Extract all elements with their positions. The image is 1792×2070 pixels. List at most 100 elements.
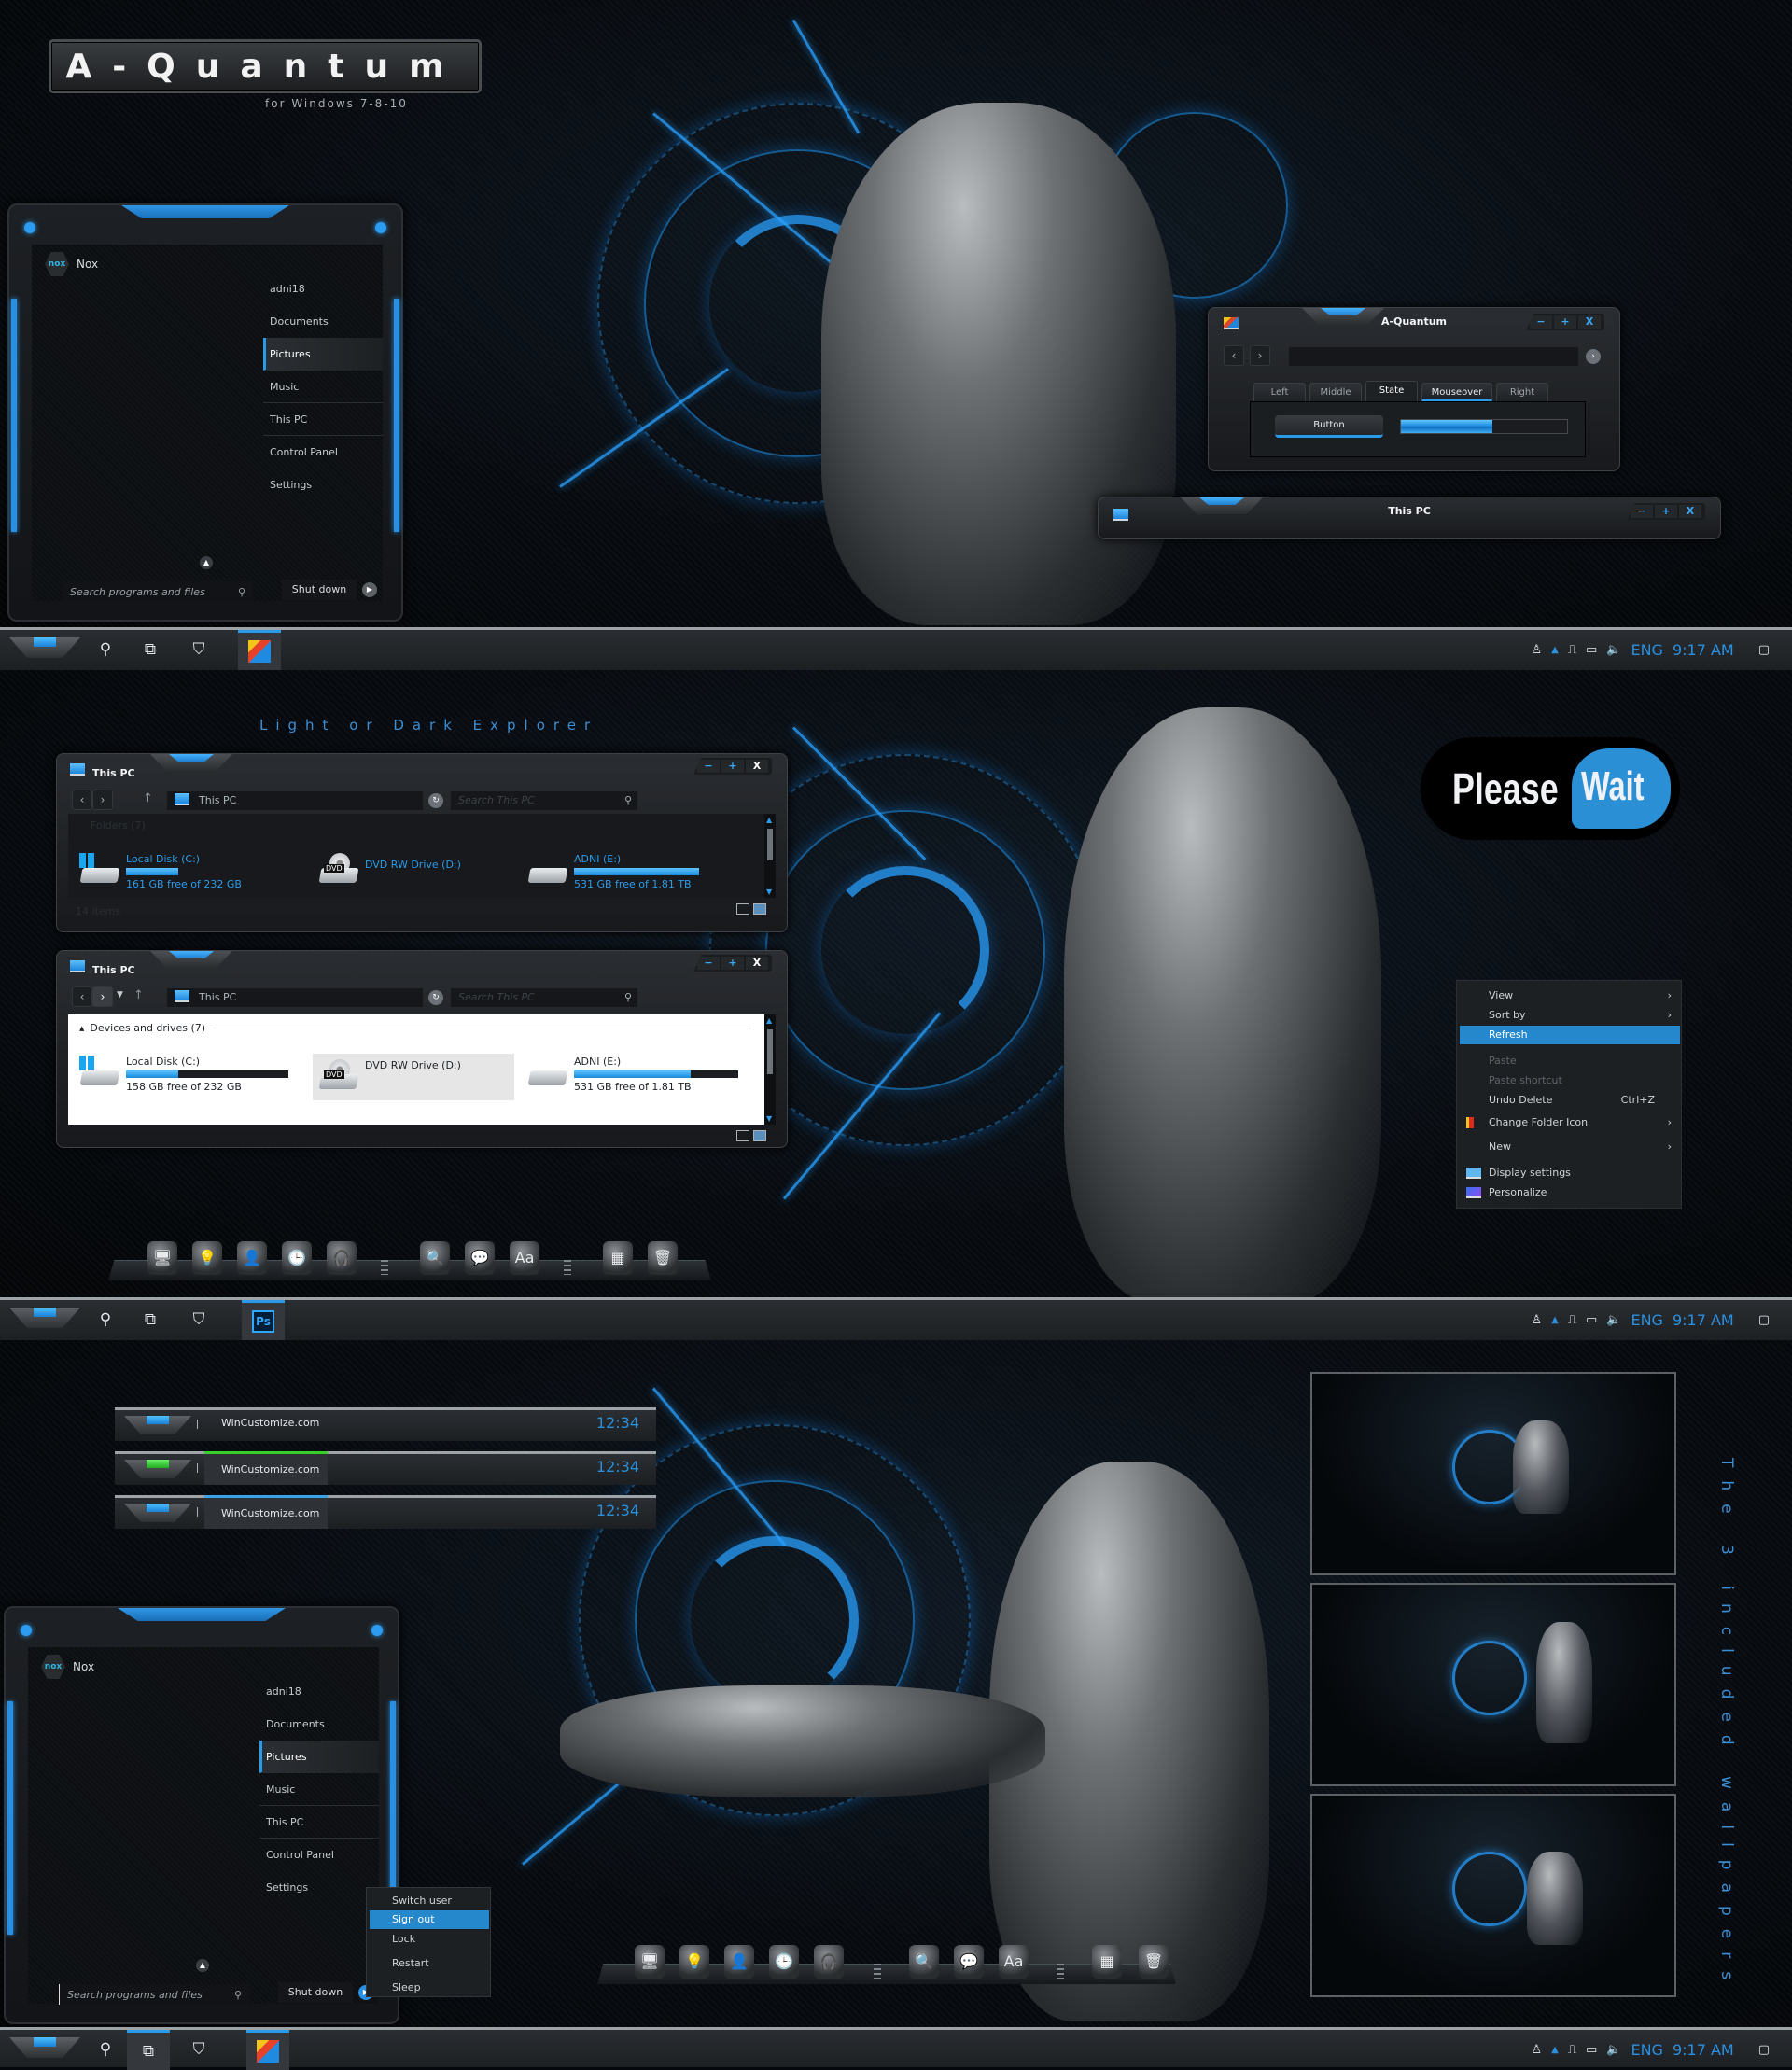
up-icon[interactable]: ↑ xyxy=(143,791,153,805)
power-restart[interactable]: Restart xyxy=(367,1954,490,1973)
scroll-thumb[interactable] xyxy=(767,1029,773,1074)
usb-icon[interactable]: ⎍ xyxy=(1568,1313,1576,1327)
address-bar[interactable]: This PC xyxy=(167,791,423,810)
computer-icon[interactable]: 🖥 xyxy=(635,1945,665,1979)
search-icon[interactable]: ⚲ xyxy=(91,636,119,664)
task-view-icon[interactable]: ⧉ xyxy=(136,1306,164,1334)
wallpaper-thumbnail-3[interactable] xyxy=(1310,1794,1676,1997)
user-icon[interactable]: 👤 xyxy=(724,1945,754,1979)
messenger-icon[interactable]: 💬 xyxy=(954,1945,984,1979)
minimize-button[interactable]: − xyxy=(697,957,720,970)
taskbar-app-photoshop[interactable]: Ps xyxy=(242,1300,285,1340)
start-button[interactable] xyxy=(124,1460,191,1478)
minimize-button[interactable]: − xyxy=(1530,315,1552,329)
upload-arrow-icon[interactable]: ▲ xyxy=(1551,645,1559,655)
start-search-input[interactable]: Search programs and files ⚲ xyxy=(63,581,253,602)
start-search-input[interactable]: Search programs and files ⚲ xyxy=(59,1984,249,2005)
close-button[interactable]: X xyxy=(1578,315,1601,329)
scroll-down-icon[interactable]: ▼ xyxy=(766,1114,772,1123)
address-bar[interactable] xyxy=(1289,347,1578,366)
shield-icon[interactable]: ⛉ xyxy=(185,2035,213,2063)
usb-icon[interactable]: ⎍ xyxy=(1568,643,1576,657)
language-indicator[interactable]: ENG xyxy=(1631,641,1662,659)
drive-item-d[interactable]: DVD DVD RW Drive (D:) xyxy=(313,1054,514,1100)
drive-item-c[interactable]: Local Disk (C:) 158 GB free of 232 GB xyxy=(79,1056,288,1093)
network-icon[interactable]: ▭ xyxy=(1586,2043,1597,2057)
magnifier-icon[interactable]: 🔍 xyxy=(420,1241,450,1275)
lightbulb-icon[interactable]: 💡 xyxy=(679,1945,709,1979)
taskbar-item[interactable]: WinCustomize.com xyxy=(204,1407,328,1441)
people-icon[interactable]: ♙ xyxy=(1532,2043,1543,2057)
people-icon[interactable]: ♙ xyxy=(1532,1313,1543,1327)
start-item-pictures[interactable]: Pictures xyxy=(263,338,383,371)
scroll-up-icon[interactable]: ▲ xyxy=(766,816,772,824)
start-item-pictures[interactable]: Pictures xyxy=(259,1741,379,1773)
user-icon[interactable]: 👤 xyxy=(237,1241,267,1275)
start-button[interactable] xyxy=(124,1504,191,1522)
minimize-button[interactable]: − xyxy=(697,760,720,773)
taskbar-item[interactable]: WinCustomize.com xyxy=(204,1451,328,1485)
forward-button[interactable]: › xyxy=(1250,345,1270,366)
demo-button[interactable]: Button xyxy=(1275,415,1383,438)
ctx-new[interactable]: New › xyxy=(1457,1138,1681,1156)
clock-icon[interactable]: 🕒 xyxy=(769,1945,799,1979)
address-bar[interactable]: This PC xyxy=(167,988,423,1007)
ctx-display-settings[interactable]: Display settings xyxy=(1457,1164,1681,1182)
notifications-icon[interactable]: ▢ xyxy=(1758,2043,1770,2057)
collapse-group-icon[interactable]: ▲ xyxy=(79,1025,84,1032)
task-view-button[interactable]: ⧉ xyxy=(127,2030,170,2070)
clock[interactable]: 9:17 AM xyxy=(1673,1311,1734,1329)
start-item-adni18[interactable]: adni18 xyxy=(259,1675,379,1708)
forward-button[interactable]: › xyxy=(92,986,113,1007)
power-lock[interactable]: Lock xyxy=(367,1930,490,1949)
messenger-icon[interactable]: 💬 xyxy=(465,1241,495,1275)
start-button[interactable] xyxy=(9,2037,80,2058)
start-item-settings[interactable]: Settings xyxy=(259,1871,379,1904)
maximize-button[interactable]: + xyxy=(1554,315,1576,329)
search-icon[interactable]: ⚲ xyxy=(91,1306,119,1334)
back-button[interactable]: ‹ xyxy=(72,986,92,1007)
up-icon[interactable]: ↑ xyxy=(133,988,144,1002)
back-button[interactable]: ‹ xyxy=(72,790,92,810)
calculator-icon[interactable]: ▦ xyxy=(1092,1945,1122,1979)
drive-item-e[interactable]: ADNI (E:) 531 GB free of 1.81 TB xyxy=(527,1056,738,1093)
refresh-icon[interactable]: ↻ xyxy=(428,990,443,1005)
tab-left[interactable]: Left xyxy=(1253,383,1306,401)
start-item-settings[interactable]: Settings xyxy=(263,469,383,501)
task-view-icon[interactable]: ⧉ xyxy=(136,636,164,664)
recycle-bin-icon[interactable]: 🗑 xyxy=(1139,1945,1169,1979)
start-item-documents[interactable]: Documents xyxy=(259,1708,379,1741)
ctx-change-folder-icon[interactable]: Change Folder Icon › xyxy=(1457,1113,1681,1132)
clock-icon[interactable]: 🕒 xyxy=(282,1241,312,1275)
ctx-view[interactable]: View › xyxy=(1457,986,1681,1005)
shield-icon[interactable]: ⛉ xyxy=(185,1306,213,1334)
start-button[interactable] xyxy=(9,1308,80,1328)
clock[interactable]: 9:17 AM xyxy=(1673,2041,1734,2059)
details-view-icon[interactable] xyxy=(736,903,749,915)
ctx-sort-by[interactable]: Sort by › xyxy=(1457,1006,1681,1025)
go-icon[interactable]: › xyxy=(1586,349,1601,364)
network-icon[interactable]: ▭ xyxy=(1586,643,1597,657)
power-sleep[interactable]: Sleep xyxy=(367,1979,490,1997)
large-icons-view-icon[interactable] xyxy=(753,1130,766,1141)
forward-button[interactable]: › xyxy=(92,790,113,810)
language-indicator[interactable]: ENG xyxy=(1631,1311,1662,1329)
shutdown-options-arrow-icon[interactable]: ▶ xyxy=(362,582,377,597)
calculator-icon[interactable]: ▦ xyxy=(603,1241,633,1275)
tab-right[interactable]: Right xyxy=(1496,383,1548,401)
drive-item-e[interactable]: ADNI (E:) 531 GB free of 1.81 TB xyxy=(527,853,699,890)
upload-arrow-icon[interactable]: ▲ xyxy=(1551,1315,1559,1325)
font-book-icon[interactable]: Aa xyxy=(510,1241,539,1275)
all-programs-up-icon[interactable]: ▲ xyxy=(196,1959,209,1972)
usb-icon[interactable]: ⎍ xyxy=(1568,2043,1576,2057)
wallpaper-thumbnail-2[interactable] xyxy=(1310,1583,1676,1786)
recent-locations-icon[interactable]: ▼ xyxy=(117,990,123,1000)
wallpaper-thumbnail-1[interactable] xyxy=(1310,1372,1676,1575)
start-item-adni18[interactable]: adni18 xyxy=(263,273,383,305)
back-button[interactable]: ‹ xyxy=(1224,345,1244,366)
search-icon[interactable]: ⚲ xyxy=(91,2035,119,2063)
scroll-thumb[interactable] xyxy=(767,829,773,860)
user-tile[interactable]: nox Nox xyxy=(45,252,98,276)
network-icon[interactable]: ▭ xyxy=(1586,1313,1597,1327)
headphones-icon[interactable]: 🎧 xyxy=(327,1241,357,1275)
